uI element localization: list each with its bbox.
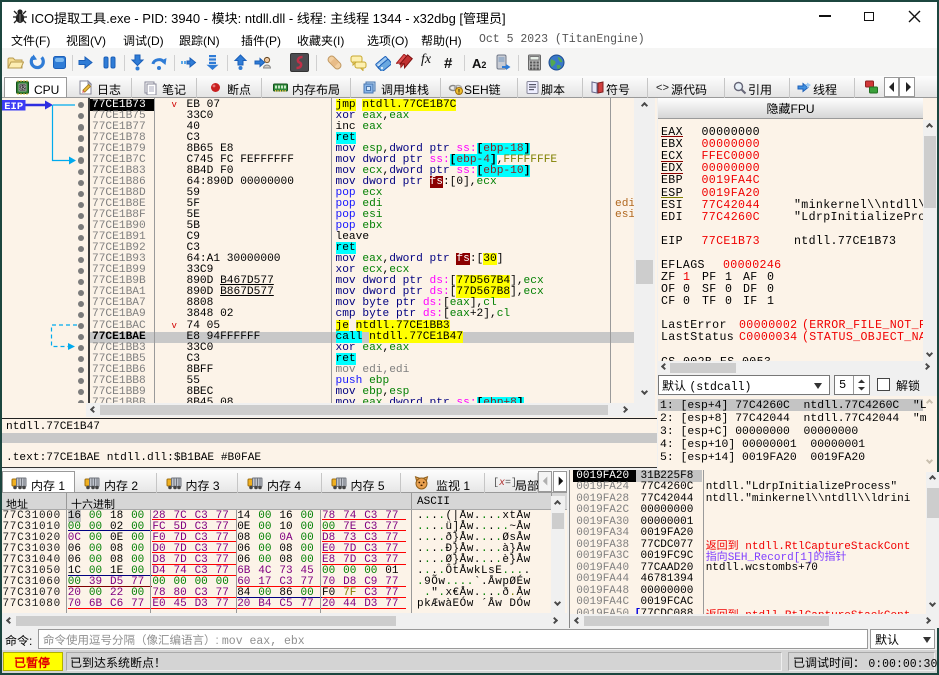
svg-text:!: ! <box>458 89 460 95</box>
svg-text:32: 32 <box>19 86 25 92</box>
svg-text:EIP: EIP <box>4 101 23 113</box>
svg-text:<>: <> <box>656 83 669 95</box>
